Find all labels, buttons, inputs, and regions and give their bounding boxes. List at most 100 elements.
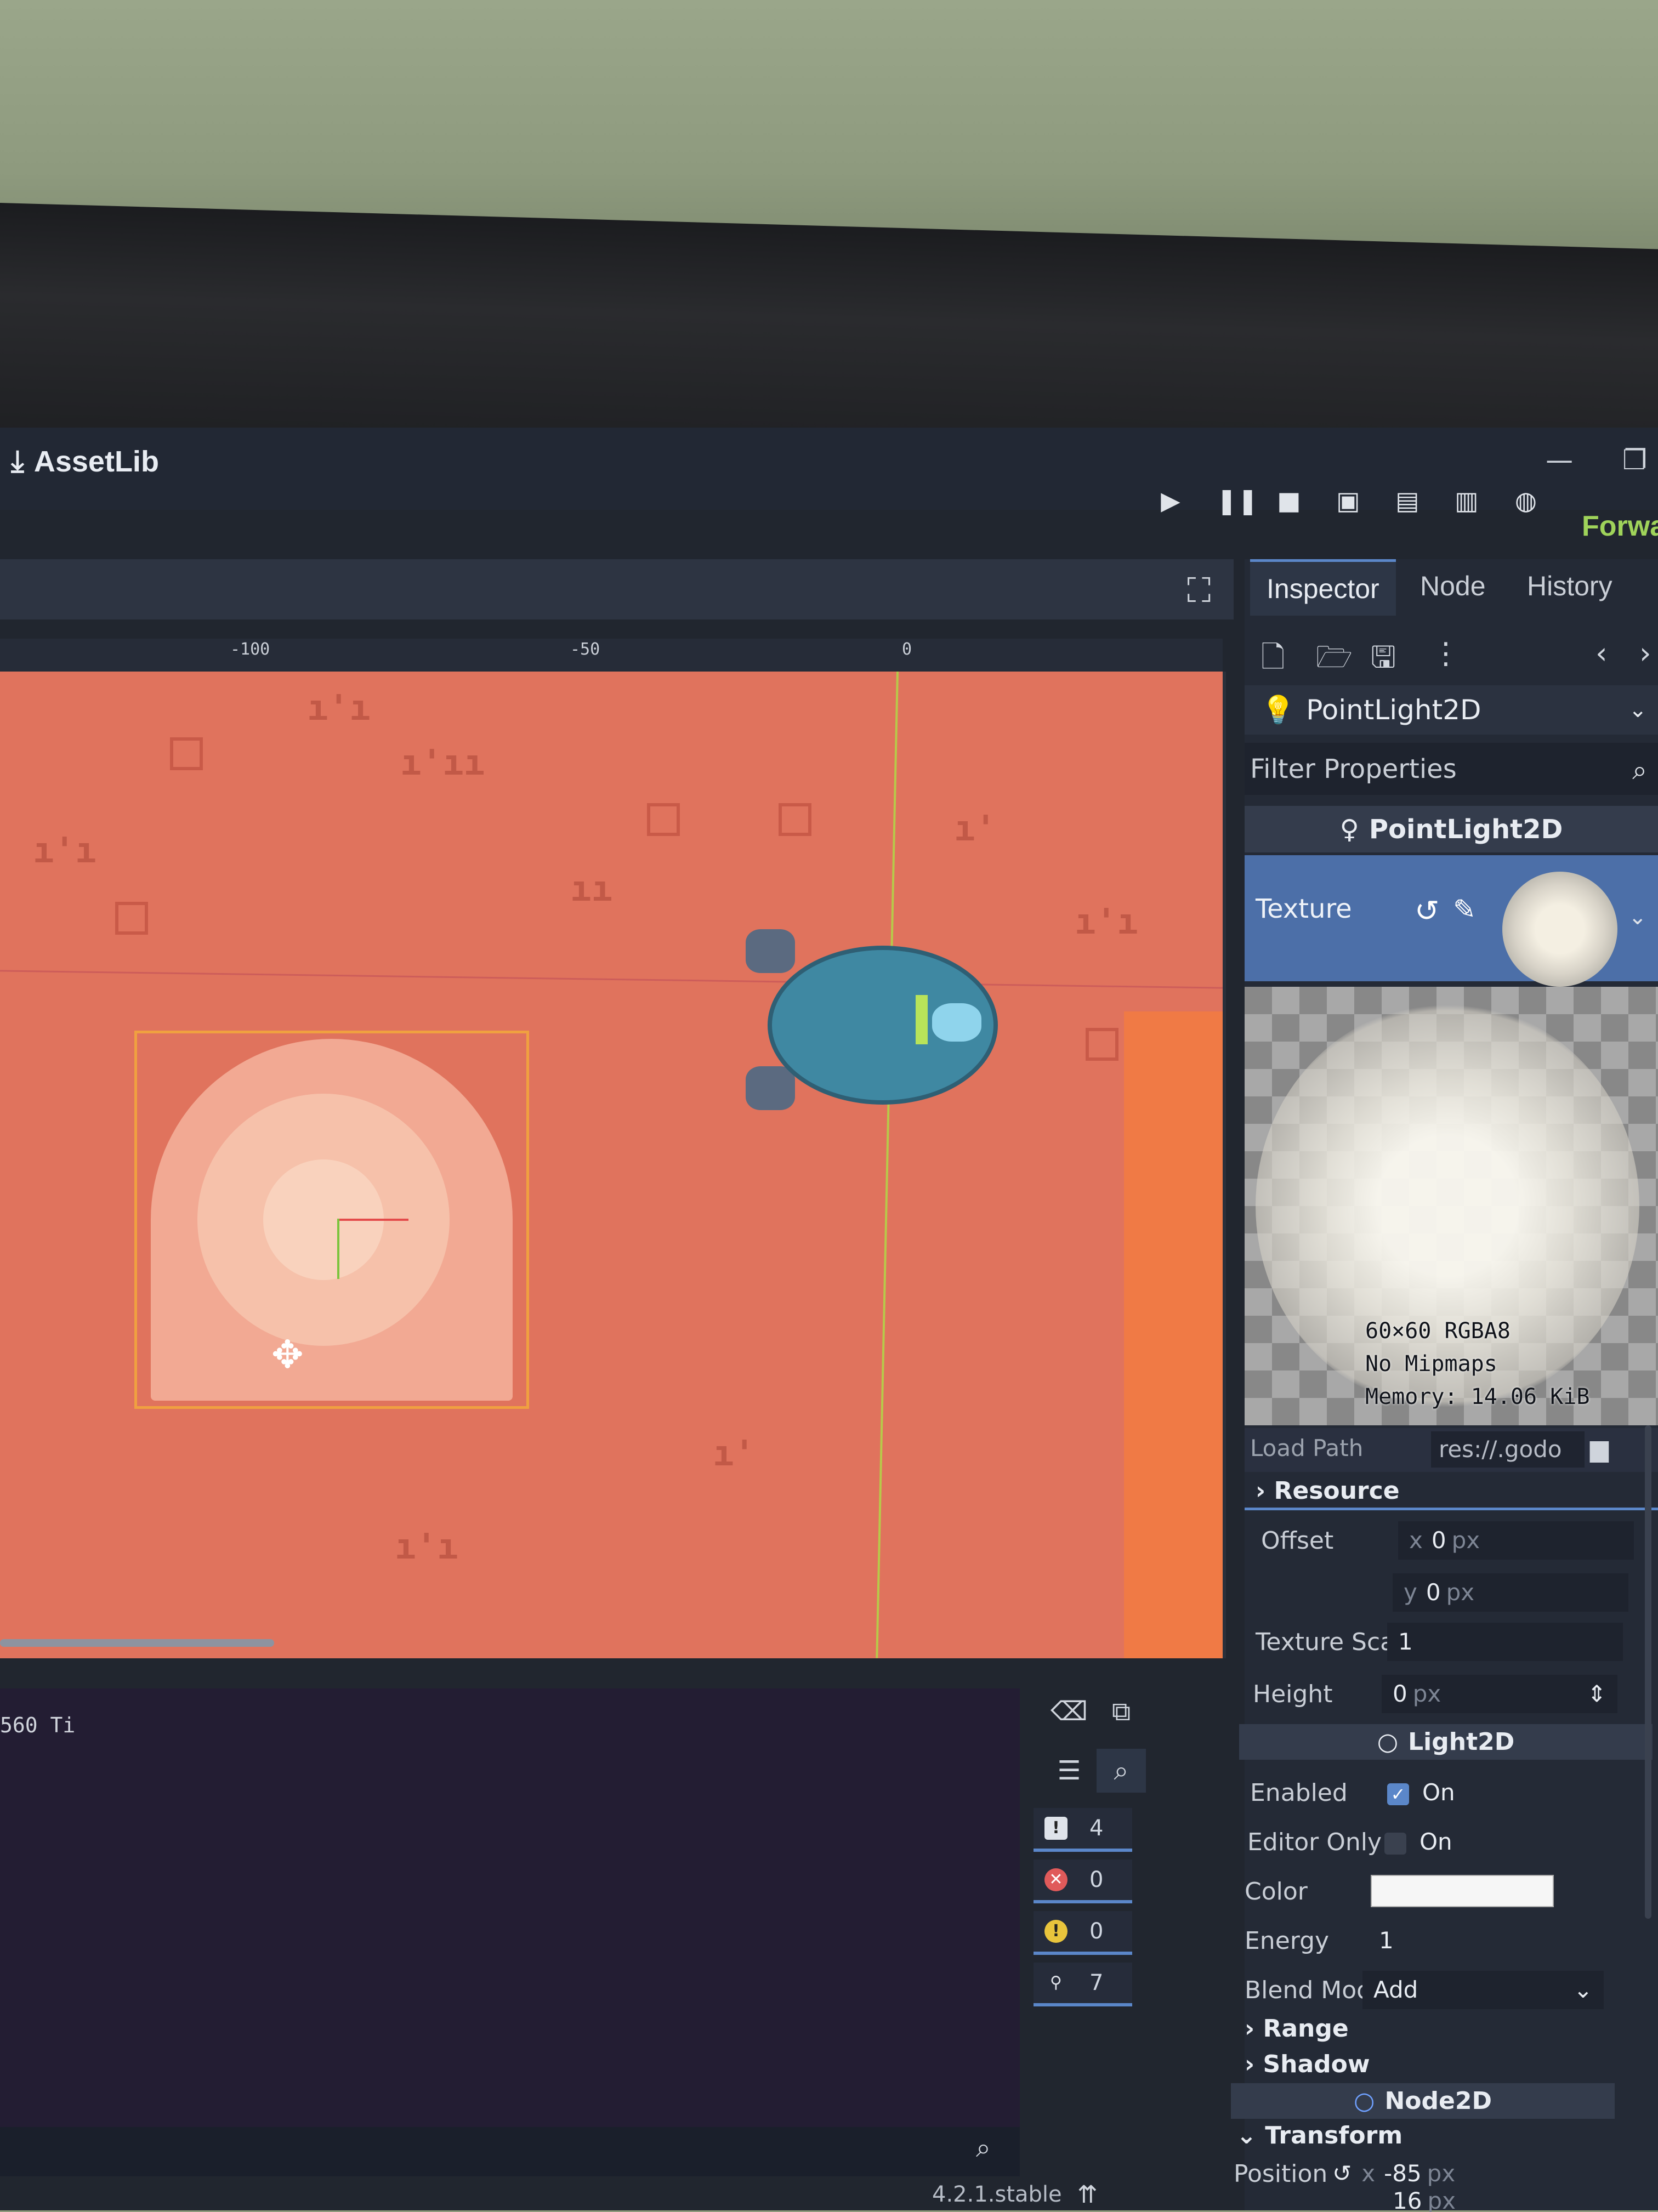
back-icon[interactable]: ‹ bbox=[1595, 636, 1608, 670]
load-path-field[interactable]: res://.godo bbox=[1431, 1431, 1585, 1468]
color-label: Color bbox=[1245, 1878, 1308, 1906]
color-picker-button[interactable] bbox=[1371, 1875, 1554, 1907]
y-gizmo-arrow[interactable] bbox=[337, 1219, 339, 1279]
offset-x-value: 0 bbox=[1431, 1527, 1446, 1554]
edit-texture-icon[interactable]: ✎ bbox=[1453, 894, 1476, 925]
height-field[interactable]: 0 px ⇕ bbox=[1382, 1675, 1617, 1713]
revert-icon[interactable]: ↺ bbox=[1332, 2160, 1352, 2187]
axis-tag-x: x bbox=[1361, 2160, 1376, 2187]
texture-thumbnail[interactable] bbox=[1502, 872, 1617, 987]
collapse-icon[interactable]: ☰ bbox=[1044, 1749, 1094, 1793]
texture-scale-slider[interactable]: 1 bbox=[1387, 1623, 1623, 1661]
forward-icon[interactable]: › bbox=[1639, 636, 1651, 670]
selected-object-name: PointLight2D bbox=[1306, 694, 1481, 726]
revert-icon[interactable]: ↺ bbox=[1415, 894, 1439, 928]
ruler-label: -50 bbox=[570, 640, 600, 659]
blend-mode-dropdown[interactable]: Add ⌄ bbox=[1362, 1971, 1604, 2009]
offset-x-field[interactable]: x 0 px bbox=[1398, 1521, 1634, 1560]
download-icon: ⤓ bbox=[11, 445, 24, 477]
section-light2d[interactable]: ○ Light2D bbox=[1239, 1724, 1653, 1760]
bottom-panel-toggle-icon[interactable]: ⇈ bbox=[1077, 2181, 1098, 2209]
fullscreen-icon[interactable]: ⛶ bbox=[1187, 570, 1211, 611]
unit-label: px bbox=[1446, 1579, 1475, 1606]
object-selector[interactable]: 💡 PointLight2D ⌄ bbox=[1245, 685, 1658, 735]
resource-section-toggle[interactable]: › Resource bbox=[1245, 1472, 1658, 1510]
spinner-icon[interactable]: ⇕ bbox=[1587, 1675, 1606, 1713]
position-label: Position bbox=[1234, 2160, 1328, 2188]
pause-icon[interactable]: ❚❚ bbox=[1216, 485, 1258, 516]
horizontal-scrollbar[interactable] bbox=[0, 1639, 274, 1647]
range-label: Range bbox=[1263, 2015, 1349, 2043]
minimize-icon[interactable]: — bbox=[1546, 444, 1573, 476]
play-icon[interactable]: ▶ bbox=[1157, 485, 1184, 516]
tab-node[interactable]: Node bbox=[1420, 570, 1486, 602]
load-path-row: Load Path res://.godo ▆ bbox=[1245, 1428, 1658, 1472]
offset-y-field[interactable]: y 0 px bbox=[1393, 1573, 1628, 1612]
movie-maker-icon[interactable]: ◍ bbox=[1512, 485, 1540, 516]
player-sprite[interactable] bbox=[746, 929, 1003, 1116]
clear-output-icon[interactable]: ⌫ bbox=[1044, 1690, 1094, 1733]
unit-label: px bbox=[1412, 1680, 1441, 1707]
x-gizmo-arrow[interactable] bbox=[337, 1219, 408, 1221]
enabled-label: Enabled bbox=[1250, 1779, 1348, 1807]
grass-tile: ı' bbox=[713, 1434, 756, 1474]
stop-icon[interactable]: ■ bbox=[1275, 485, 1303, 516]
inspector-toolbar: 🗋 🗁 🖫 ⋮ ‹ › bbox=[1245, 625, 1658, 680]
warning-counter[interactable]: ! 0 bbox=[1034, 1911, 1132, 1955]
message-counter[interactable]: ! 4 bbox=[1034, 1808, 1132, 1852]
copy-output-icon[interactable]: ⧉ bbox=[1097, 1690, 1146, 1733]
shadow-section-toggle[interactable]: › Shadow bbox=[1245, 2050, 1370, 2078]
restore-icon[interactable]: ❐ bbox=[1622, 444, 1647, 476]
editor-message-counter[interactable]: ⚲ 7 bbox=[1034, 1963, 1132, 2006]
position-x-value: -85 bbox=[1384, 2160, 1422, 2187]
chevron-down-icon[interactable]: ⌄ bbox=[1628, 905, 1647, 930]
energy-slider[interactable]: 1 bbox=[1368, 1921, 1609, 1960]
grass-tile: ı'ıı bbox=[400, 743, 485, 783]
energy-value: 1 bbox=[1379, 1927, 1394, 1954]
position-y-field[interactable]: 16 px bbox=[1382, 2190, 1546, 2212]
move-cursor-icon: ✥ bbox=[271, 1332, 304, 1377]
search-icon: ⌕ bbox=[1632, 755, 1647, 786]
search-icon[interactable]: ⌕ bbox=[1097, 1749, 1146, 1793]
tab-inspector[interactable]: Inspector bbox=[1250, 559, 1396, 616]
ruler-label: 0 bbox=[902, 640, 912, 659]
section-node2d[interactable]: ○ Node2D bbox=[1231, 2083, 1615, 2119]
unit-label: px bbox=[1427, 2160, 1456, 2187]
chevron-right-icon: › bbox=[1256, 1477, 1266, 1505]
position-x-field[interactable]: ↺ x -85 px bbox=[1321, 2154, 1595, 2193]
remote-debug-icon[interactable]: ▣ bbox=[1335, 485, 1362, 516]
folder-icon[interactable]: ▆ bbox=[1590, 1435, 1609, 1463]
floor-tile bbox=[647, 803, 680, 836]
error-counter[interactable]: ✕ 0 bbox=[1034, 1860, 1132, 1903]
filter-properties-input[interactable]: Filter Properties ⌕ bbox=[1245, 743, 1658, 795]
editor-only-checkbox[interactable]: On bbox=[1373, 1823, 1615, 1861]
chevron-down-icon: ⌄ bbox=[1236, 2122, 1257, 2150]
assetlib-tab[interactable]: ⤓ AssetLib bbox=[11, 444, 159, 479]
chevron-right-icon: › bbox=[1245, 2050, 1255, 2078]
point-light-selection[interactable]: ✥ bbox=[134, 1031, 529, 1409]
play-custom-scene-icon[interactable]: ▥ bbox=[1453, 485, 1480, 516]
height-value: 0 bbox=[1393, 1680, 1407, 1707]
transform-section-toggle[interactable]: ⌄ Transform bbox=[1236, 2122, 1403, 2150]
new-resource-icon[interactable]: 🗋 bbox=[1261, 636, 1285, 686]
save-icon[interactable]: 🖫 bbox=[1371, 636, 1396, 686]
output-filter-bar[interactable] bbox=[0, 2127, 1020, 2176]
resource-label: Resource bbox=[1274, 1477, 1400, 1505]
tab-history[interactable]: History bbox=[1527, 570, 1612, 602]
x-axis-line bbox=[0, 970, 1223, 989]
output-search-icon[interactable]: ⌕ bbox=[976, 2133, 991, 2164]
output-text: 560 Ti bbox=[0, 1713, 76, 1737]
texture-property[interactable]: Texture ↺ ✎ ⌄ bbox=[1245, 855, 1658, 987]
play-scene-icon[interactable]: ▤ bbox=[1394, 485, 1421, 516]
inspector-scrollbar[interactable] bbox=[1645, 1425, 1651, 1919]
enabled-checkbox[interactable]: ✓ On bbox=[1376, 1773, 1617, 1812]
range-section-toggle[interactable]: › Range bbox=[1245, 2015, 1349, 2043]
player-fin bbox=[746, 1066, 795, 1110]
scene-canvas[interactable]: ı'ı ı'ıı ı' ıı ı'ı ı'ı ı' ı'ı ✥ bbox=[0, 672, 1226, 1658]
more-options-icon[interactable]: ⋮ bbox=[1431, 636, 1461, 670]
open-folder-icon[interactable]: 🗁 bbox=[1316, 636, 1353, 686]
axis-tag-y: y bbox=[1404, 1579, 1417, 1606]
warning-icon: ! bbox=[1044, 1920, 1068, 1943]
light-bulb-icon: 💡 bbox=[1261, 693, 1296, 726]
renderer-label[interactable]: Forwa bbox=[1582, 510, 1658, 543]
